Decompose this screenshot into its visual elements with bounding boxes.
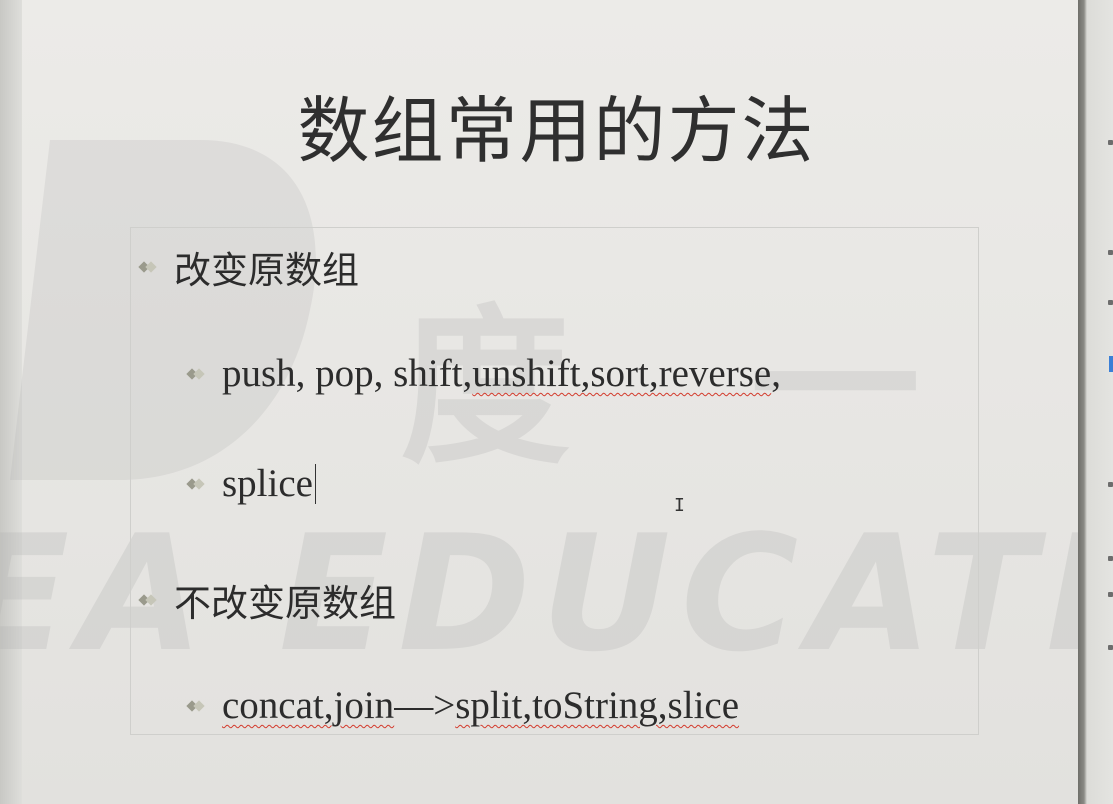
panel-marker — [1108, 592, 1113, 597]
spellcheck-marked-text: unshift,sort,reverse — [472, 352, 772, 395]
list-item-tail: , — [771, 352, 781, 395]
panel-selection-indicator — [1109, 356, 1113, 372]
list-item-text: push, pop, shift, — [222, 352, 473, 395]
list-item-text: splice — [222, 462, 313, 505]
text-caret — [314, 463, 316, 504]
diamond-bullet-icon — [186, 477, 208, 491]
text-cursor-icon: I — [674, 495, 685, 516]
spellcheck-marked-text: concat,join — [222, 684, 395, 727]
list-item-splice: splice — [186, 461, 316, 506]
panel-marker — [1108, 250, 1113, 255]
panel-marker — [1108, 140, 1113, 145]
slide-title[interactable]: 数组常用的方法 — [0, 72, 1113, 177]
panel-marker — [1108, 556, 1113, 561]
section-heading-label: 改变原数组 — [174, 249, 359, 292]
list-item-arrow: —> — [394, 684, 456, 727]
section-heading-label: 不改变原数组 — [174, 582, 396, 625]
list-item-mutating-methods: push, pop, shift, unshift,sort,reverse , — [186, 351, 781, 396]
spellcheck-marked-text: split,toString,slice — [455, 684, 740, 727]
section-heading-mutating: 改变原数组 — [138, 240, 359, 294]
panel-marker — [1108, 300, 1113, 305]
presentation-viewport: 度一教 EA EDUCATI 数组常用的方法 改变原数组 push, pop, … — [0, 0, 1113, 804]
right-side-panel[interactable] — [1078, 0, 1113, 804]
diamond-bullet-icon — [138, 260, 160, 274]
panel-marker — [1108, 482, 1113, 487]
panel-marker — [1108, 645, 1113, 650]
diamond-bullet-icon — [186, 699, 208, 713]
list-item-non-mutating-methods: concat,join —> split,toString,slice — [186, 683, 739, 728]
diamond-bullet-icon — [186, 367, 208, 381]
diamond-bullet-icon — [138, 593, 160, 607]
section-heading-non-mutating: 不改变原数组 — [138, 573, 396, 627]
